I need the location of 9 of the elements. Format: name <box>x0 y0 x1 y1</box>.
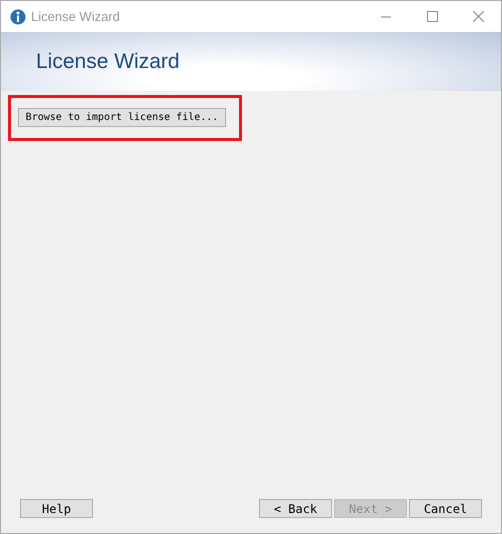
header-title: License Wizard <box>36 48 180 75</box>
maximize-icon[interactable] <box>426 11 438 22</box>
dialog-button[interactable]: < Back <box>259 499 332 518</box>
browse-button[interactable]: Browse to import license file... <box>18 108 226 127</box>
dialog-button[interactable]: Cancel <box>409 499 482 518</box>
close-icon[interactable] <box>472 11 484 22</box>
app-logo-icon <box>10 8 26 24</box>
dialog-button[interactable]: Help <box>20 499 93 518</box>
window-title: License Wizard <box>31 8 120 26</box>
